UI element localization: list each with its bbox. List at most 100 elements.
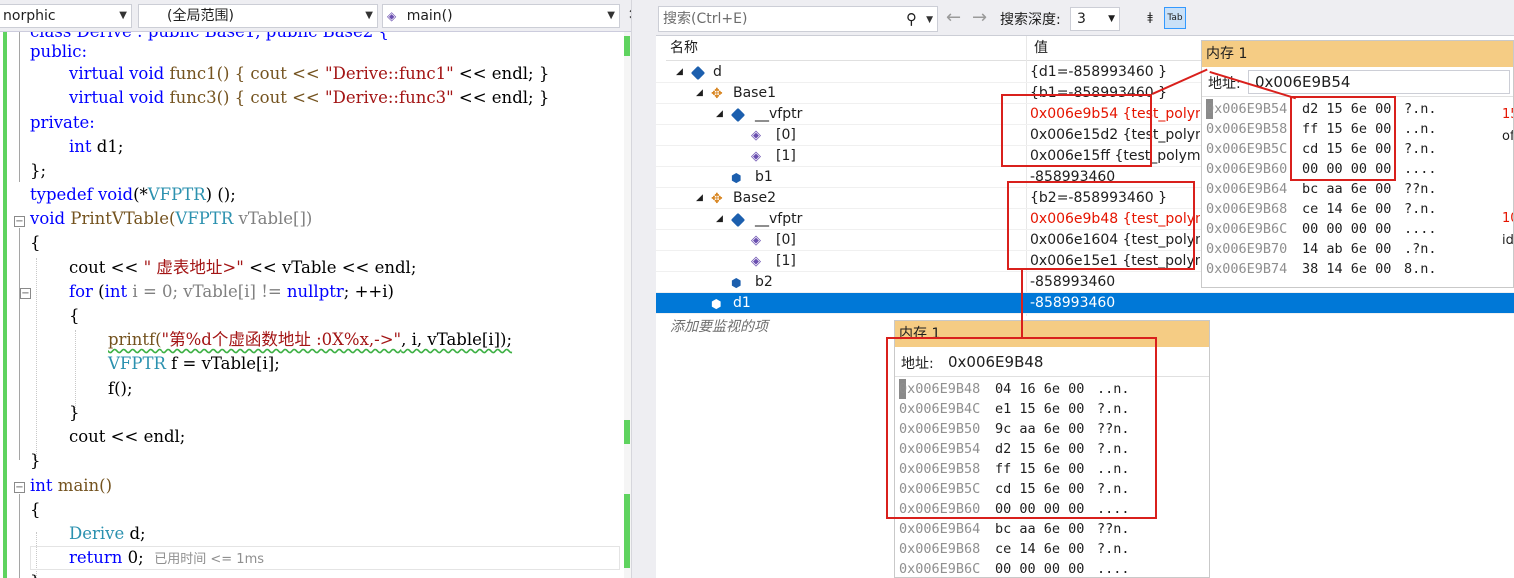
code-line: typedef void(*VFPTR) (); [30, 183, 236, 207]
field-icon: ◈ [751, 254, 761, 269]
object-icon [730, 107, 746, 123]
memory-chars: ?.n. [1404, 201, 1437, 217]
protected-field-icon: ⬢ [711, 297, 722, 311]
code-text: f(); [108, 379, 133, 398]
code-text: cout << endl; [69, 427, 186, 446]
pin-icon[interactable]: ⯒ [1140, 8, 1160, 28]
watch-name: [1] [776, 148, 796, 164]
panel-splitter[interactable] [631, 0, 656, 578]
collapse-icon[interactable]: ◢ [696, 188, 703, 209]
memory-row[interactable]: 0x006E9B64 bc aa 6e 00 ??n. [899, 519, 1199, 539]
address-input[interactable]: 0x006E9B54 [1248, 70, 1510, 94]
memory-row[interactable]: 0x006E9B74 38 14 6e 00 8.n. [1206, 259, 1506, 279]
code-text: typedef [30, 185, 93, 204]
watch-name: [1] [776, 253, 796, 269]
code-text-area[interactable]: − − − class Derive : public Base1, publi… [0, 32, 624, 578]
watch-name: Base2 [733, 190, 776, 206]
memory-hex-bytes: ce 14 6e 00 [1302, 201, 1392, 217]
watch-value: -858993460 [1030, 295, 1116, 311]
search-icon[interactable]: ⚲ [906, 7, 917, 31]
object-icon [690, 65, 706, 81]
chevron-down-icon[interactable]: ▼ [926, 8, 933, 32]
indent-guide [36, 258, 37, 460]
scrollbar-change-mark [624, 36, 630, 56]
memory-row[interactable]: 0x006E9B6C 00 00 00 00.... [899, 559, 1199, 577]
collapse-icon[interactable]: ◢ [676, 62, 683, 83]
code-line: private: [30, 111, 95, 135]
code-text: d1; [91, 137, 124, 156]
code-text: int [69, 137, 92, 156]
code-line: cout << endl; [69, 425, 185, 449]
memory-chars: .... [1404, 161, 1437, 177]
memory-row[interactable]: 0x006E9B6C 00 00 00 00.... [1206, 219, 1506, 239]
code-text: vTable[]) [233, 209, 313, 228]
fold-toggle[interactable]: − [20, 288, 31, 299]
code-text: (* [133, 185, 148, 204]
code-text: PrintVTable( [65, 209, 176, 228]
collapse-icon[interactable]: ◢ [716, 104, 723, 125]
code-text: << vTable << endl; [243, 258, 417, 277]
navigation-bar: norphic ▼ (全局范围) ▼ ◈ main() ▼ ⇕ [0, 0, 645, 32]
memory-chars: .?n. [1404, 241, 1437, 257]
watch-toolbar: 搜索(Ctrl+E) ⚲ ▼ ← → 搜索深度: 3 ▼ ⯒ Tab [656, 0, 1514, 36]
code-line: }; [30, 159, 46, 183]
code-text: void [30, 209, 66, 228]
fold-toggle[interactable]: − [14, 216, 25, 227]
member-dropdown[interactable]: ◈ main() ▼ [382, 4, 620, 28]
memory-hex-bytes: 00 00 00 00 [1302, 221, 1392, 237]
fold-guide [19, 228, 20, 460]
code-text: "Derive::func1" [325, 64, 454, 83]
memory-address: 0x006E9B60 [1206, 161, 1288, 177]
search-input[interactable]: 搜索(Ctrl+E) ⚲ ▼ [658, 6, 938, 32]
code-line: int main() [30, 474, 112, 498]
memory-hex-bytes: ce 14 6e 00 [995, 541, 1085, 557]
search-depth-dropdown[interactable]: 3 ▼ [1070, 7, 1120, 31]
scope-dropdown[interactable]: (全局范围) ▼ [138, 4, 378, 28]
memory-row[interactable]: 0x006E9B64 bc aa 6e 00 ??n. [1206, 179, 1506, 199]
code-text: int [104, 282, 128, 301]
memory-window-title[interactable]: 内存 1 [1202, 41, 1513, 67]
code-text: ( [92, 282, 105, 301]
watch-name: b1 [755, 169, 773, 185]
code-line: printf("第%d个虚函数地址 :0X%x,->", i, vTable[i… [108, 328, 512, 352]
watch-row-d1[interactable]: ⬢ d1 -858993460 [656, 293, 1514, 314]
search-depth-label: 搜索深度: [1000, 12, 1061, 28]
add-watch-placeholder[interactable]: 添加要监视的项 [670, 316, 768, 336]
method-icon: ◈ [387, 9, 397, 23]
memory-chars: ..n. [1404, 121, 1437, 137]
annotation-box-memory2 [886, 337, 1157, 519]
collapse-icon[interactable]: ◢ [716, 209, 723, 230]
code-line: f(); [108, 377, 133, 401]
search-back-icon[interactable]: ← [946, 8, 961, 28]
code-text: }; [30, 161, 47, 180]
memory-chars: .... [1097, 561, 1130, 577]
watch-name: b2 [755, 274, 773, 290]
chevron-down-icon: ▼ [607, 10, 615, 21]
memory-overflow-text: of [1502, 129, 1514, 144]
memory-row[interactable]: 0x006E9B70 14 ab 6e 00 .?n. [1206, 239, 1506, 259]
memory-chars: ??n. [1097, 521, 1130, 537]
memory-address: 0x006E9B70 [1206, 241, 1288, 257]
fold-toggle[interactable]: − [14, 482, 25, 493]
hex-display-icon[interactable]: Tab [1164, 7, 1186, 29]
code-text: void [129, 64, 165, 83]
collapse-icon[interactable]: ◢ [696, 83, 703, 104]
memory-address: 0x006E9B74 [1206, 261, 1288, 277]
column-header-name[interactable]: 名称 [666, 36, 698, 61]
code-text: { [69, 306, 80, 325]
memory-row[interactable]: 0x006E9B68 ce 14 6e 00 ?.n. [1206, 199, 1506, 219]
annotation-box-vfptr1 [1001, 94, 1152, 167]
code-text: { [30, 500, 41, 519]
watch-name: Base1 [733, 85, 776, 101]
project-dropdown[interactable]: norphic ▼ [0, 4, 132, 28]
column-header-value[interactable]: 值 [1030, 36, 1048, 61]
code-line: int d1; [69, 135, 123, 159]
memory-row[interactable]: 0x006E9B68 ce 14 6e 00 ?.n. [899, 539, 1199, 559]
memory-chars: .... [1404, 221, 1437, 237]
code-text: 0; [122, 548, 144, 567]
code-line: void PrintVTable(VFPTR vTable[]) [30, 207, 312, 231]
search-forward-icon[interactable]: → [972, 8, 987, 28]
code-text: return [69, 548, 123, 567]
code-text: for [69, 282, 93, 301]
code-line: Derive d; [69, 522, 146, 546]
